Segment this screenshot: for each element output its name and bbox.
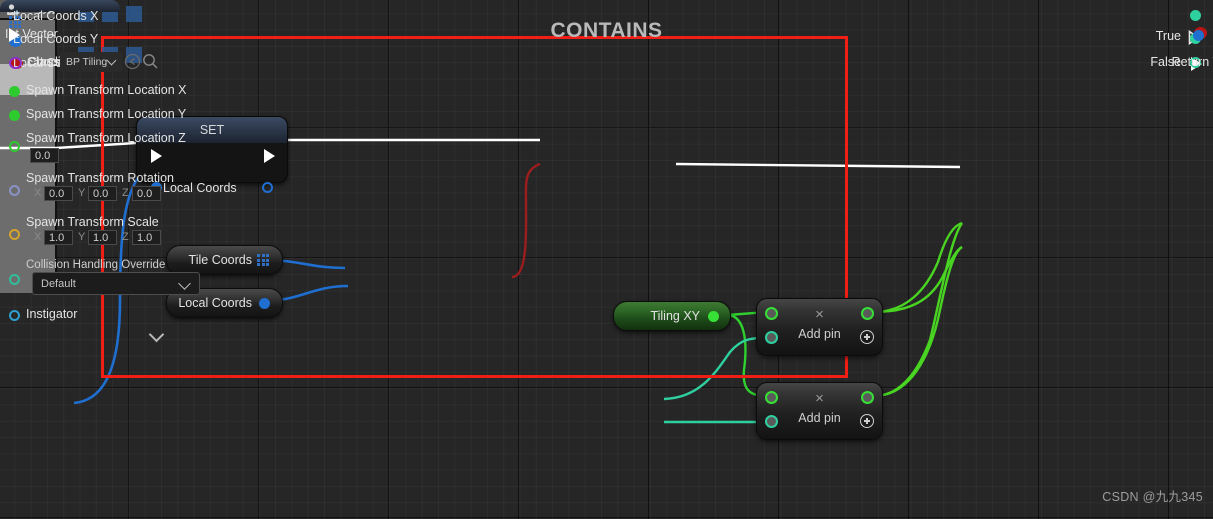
array-input-pin-icon[interactable] xyxy=(765,331,778,344)
collision-pin-icon[interactable] xyxy=(9,274,20,285)
scale-y-input[interactable]: 1.0 xyxy=(88,230,117,245)
rotation-y-axis-label: Y xyxy=(78,187,86,199)
add-pin-button[interactable] xyxy=(860,330,874,344)
struct-out-pin-icon[interactable] xyxy=(259,298,270,309)
spawn-return-value-label: Return V xyxy=(1171,55,1213,69)
collision-dropdown[interactable]: Default xyxy=(32,272,200,295)
node-tiling-xy-label: Tiling XY xyxy=(650,309,700,323)
spawn-location-z-label: Spawn Transform Location Z xyxy=(26,131,186,145)
instigator-pin-icon[interactable] xyxy=(9,310,20,321)
spawn-scale-label: Spawn Transform Scale xyxy=(26,215,159,229)
exec-in-pin-icon[interactable] xyxy=(151,149,162,163)
rotation-pin-icon[interactable] xyxy=(9,185,20,196)
scale-x-axis-label: X xyxy=(34,231,42,243)
collision-dropdown-value: Default xyxy=(41,278,76,290)
spawn-actor-icon xyxy=(7,4,20,16)
browse-back-icon[interactable] xyxy=(124,53,141,70)
node-tile-coords[interactable]: Tile Coords xyxy=(166,245,283,275)
rotation-x-axis-label: X xyxy=(34,187,42,199)
array-output-pin-icon[interactable] xyxy=(861,307,874,320)
location-z-input[interactable]: 0.0 xyxy=(30,148,59,163)
spawn-instigator-label: Instigator xyxy=(26,307,78,321)
class-dropdown-value: BP Tiling xyxy=(66,56,108,68)
struct-out-pin-icon[interactable] xyxy=(1193,30,1204,41)
class-in-pin-icon[interactable] xyxy=(9,57,22,69)
array-input-pin-icon[interactable] xyxy=(765,307,778,320)
struct-out-pin-icon[interactable] xyxy=(257,254,269,266)
chevron-down-icon[interactable] xyxy=(106,55,117,66)
class-dropdown[interactable]: BP Tiling xyxy=(60,52,122,72)
scale-x-input[interactable]: 1.0 xyxy=(44,230,73,245)
node-make-array-top[interactable]: × Add pin xyxy=(756,298,883,356)
rotation-y-input[interactable]: 0.0 xyxy=(88,186,117,201)
node-tiling-xy[interactable]: Tiling XY xyxy=(613,301,731,331)
spawn-collision-label: Collision Handling Override xyxy=(26,259,166,271)
node-make-array-bottom[interactable]: × Add pin xyxy=(756,382,883,440)
bool-wire-contains-to-condition xyxy=(511,162,541,279)
scale-z-axis-label: Z xyxy=(122,231,129,243)
location-x-pin-icon[interactable] xyxy=(9,86,20,97)
node-set-exec-row xyxy=(137,143,287,173)
rotation-x-input[interactable]: 0.0 xyxy=(44,186,73,201)
spawn-exec-in-pin-icon[interactable] xyxy=(9,28,20,42)
scale-y-axis-label: Y xyxy=(78,231,86,243)
location-y-pin-icon[interactable] xyxy=(9,110,20,121)
node-contains-label: CONTAINS xyxy=(550,19,663,42)
add-pin-label: Add pin xyxy=(798,327,841,341)
scale-pin-icon[interactable] xyxy=(9,229,20,240)
node-tile-coords-label: Tile Coords xyxy=(188,253,252,267)
wire-arraybottom-to-locationy xyxy=(873,245,963,398)
remove-pin-icon[interactable]: × xyxy=(815,307,824,322)
add-pin-label: Add pin xyxy=(798,411,841,425)
watermark: CSDN @九九345 xyxy=(1102,490,1203,504)
array-output-pin-icon[interactable] xyxy=(861,391,874,404)
rotation-z-input[interactable]: 0.0 xyxy=(132,186,161,201)
add-pin-button[interactable] xyxy=(860,414,874,428)
scale-z-input[interactable]: 1.0 xyxy=(132,230,161,245)
vector-wire-lcx-to-array-top xyxy=(663,336,768,401)
remove-pin-icon[interactable]: × xyxy=(815,391,824,406)
chevron-down-icon[interactable] xyxy=(178,277,191,290)
spawn-location-x-label: Spawn Transform Location X xyxy=(26,83,187,97)
row-local-coords-x: Local Coords X xyxy=(13,9,99,23)
exec-out-pin-icon[interactable] xyxy=(264,149,275,163)
wire-arraytop-to-locationx xyxy=(873,221,963,314)
node-set-input-label: Local Coords xyxy=(163,181,237,195)
spawn-class-label: Class xyxy=(27,55,61,69)
blueprint-graph-canvas[interactable]: SET Local Coords Branch Condition True xyxy=(0,0,1213,519)
rotation-z-axis-label: Z xyxy=(122,187,129,199)
float-out-pin-icon[interactable] xyxy=(708,311,719,322)
struct-out-pin-icon[interactable] xyxy=(262,182,273,193)
array-input-pin-icon[interactable] xyxy=(765,415,778,428)
array-input-pin-icon[interactable] xyxy=(765,391,778,404)
location-z-pin-icon[interactable] xyxy=(9,141,20,152)
spawn-location-y-label: Spawn Transform Location Y xyxy=(26,107,187,121)
exec-wire-branch-false-to-spawn xyxy=(675,162,961,169)
spawn-rotation-label: Spawn Transform Rotation xyxy=(26,171,174,185)
vector-out-pin-icon[interactable] xyxy=(1190,10,1201,21)
search-icon[interactable] xyxy=(142,53,159,70)
